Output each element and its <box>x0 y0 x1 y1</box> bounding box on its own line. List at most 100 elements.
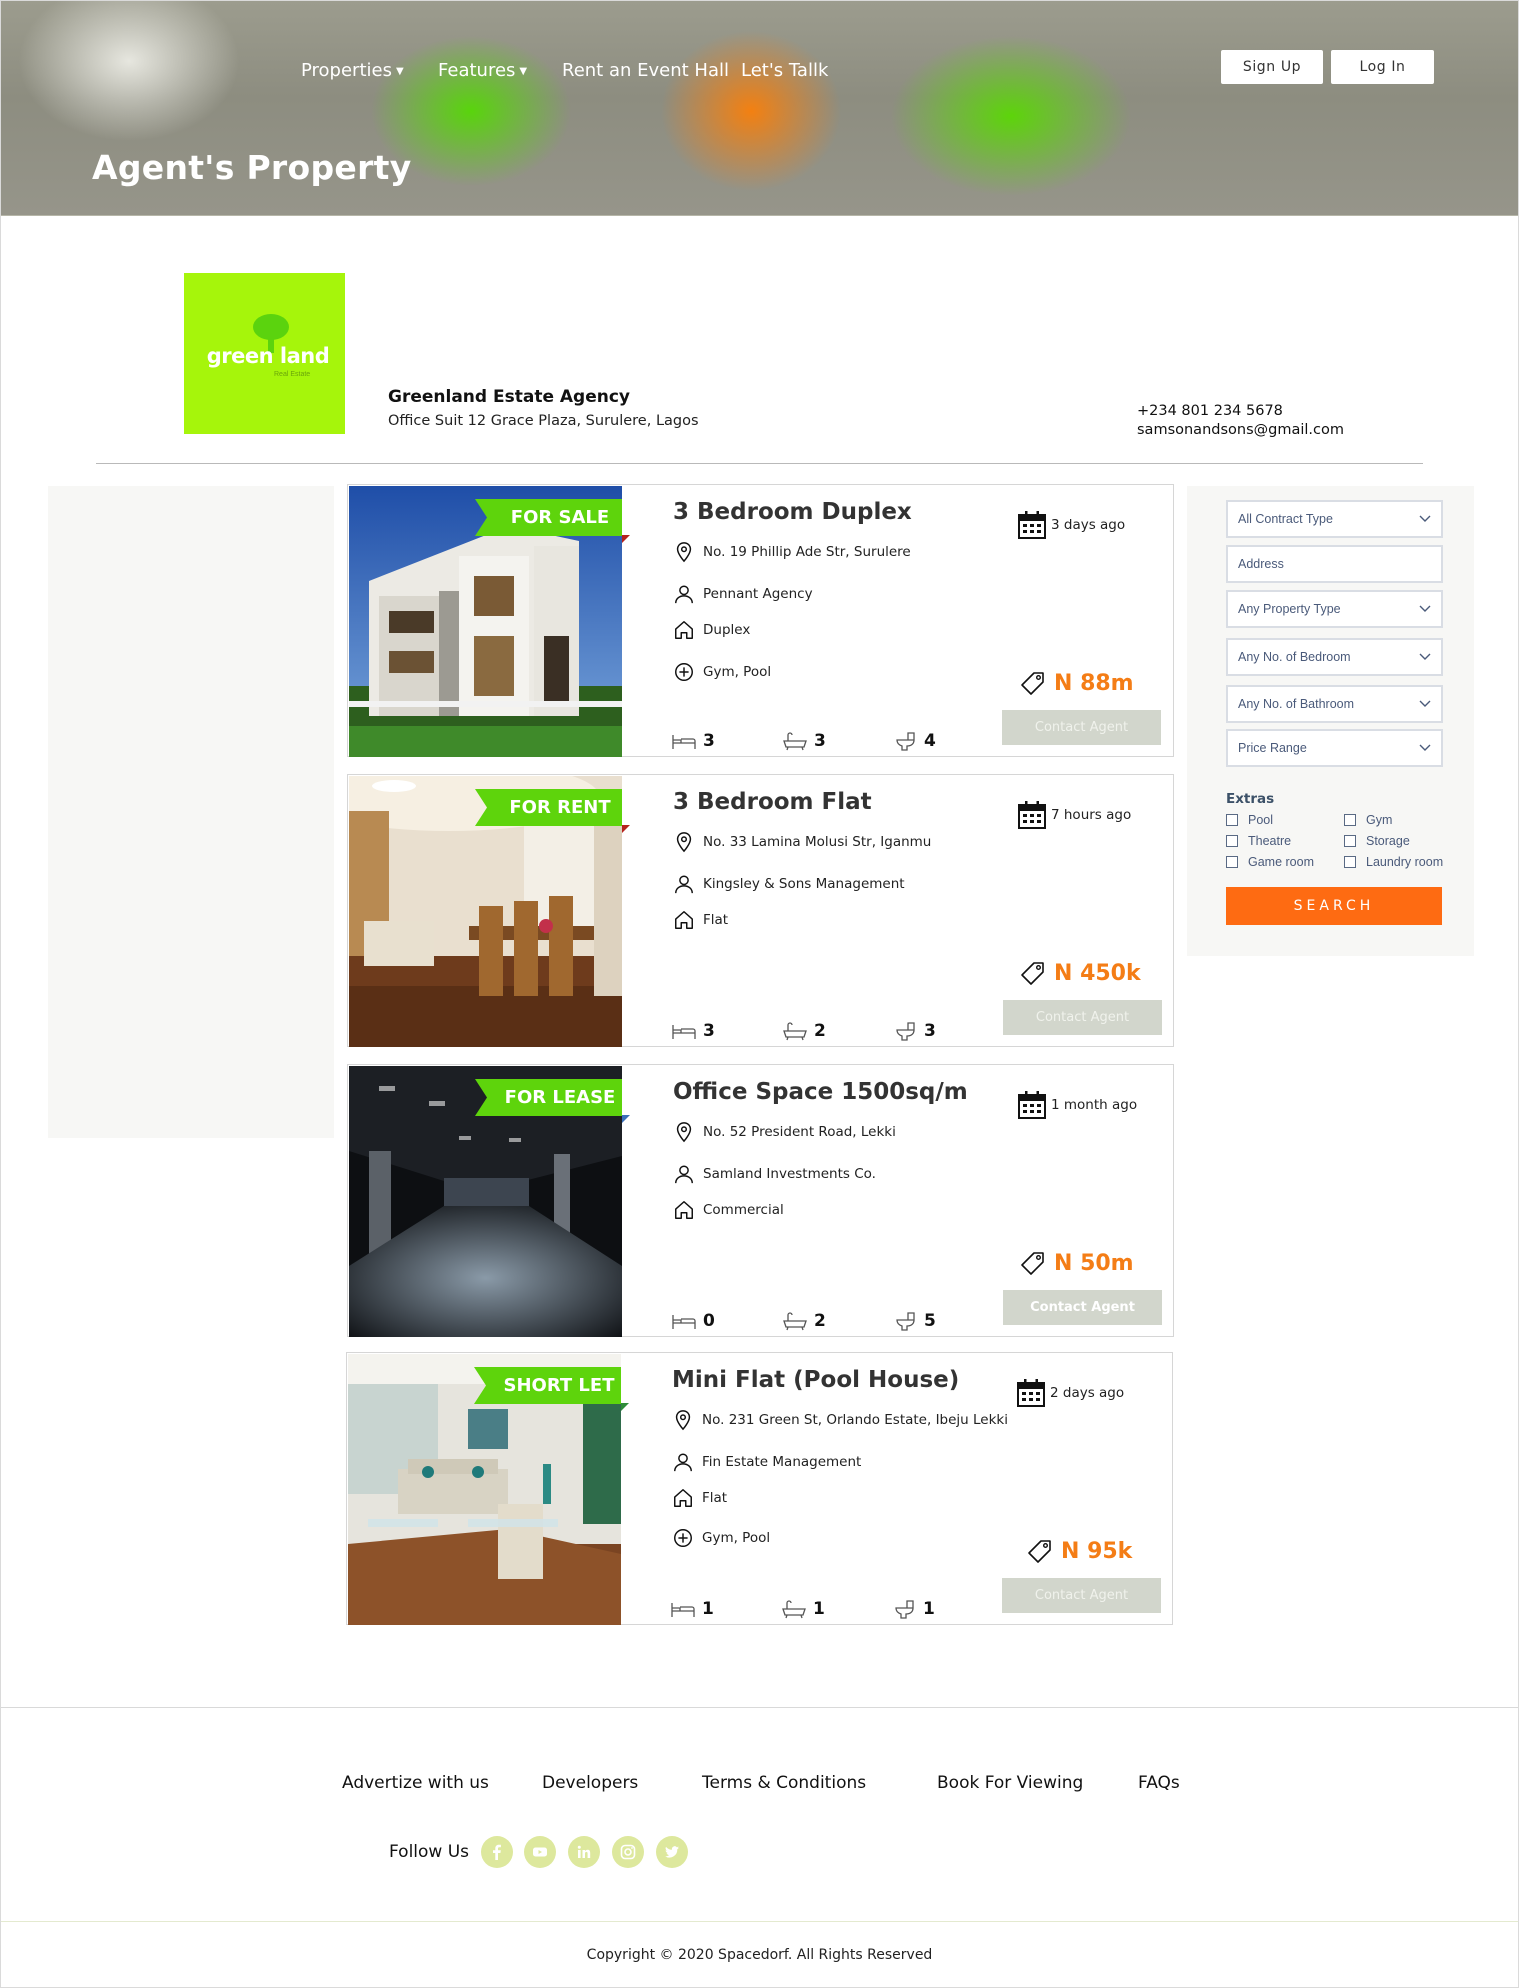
footer-link-book-viewing[interactable]: Book For Viewing <box>937 1773 1083 1793</box>
linkedin-icon[interactable] <box>568 1836 600 1868</box>
extra-storage-checkbox[interactable]: Storage <box>1344 834 1410 848</box>
listing-badge: FOR LEASE <box>475 1079 622 1116</box>
toilet-icon <box>896 1022 915 1041</box>
location-pin-icon <box>676 832 692 853</box>
bed-icon <box>672 1315 696 1329</box>
listing-agent-row: Samland Investments Co. <box>673 1163 876 1185</box>
checkbox[interactable] <box>1344 814 1356 826</box>
toilets-value: 3 <box>924 1021 936 1041</box>
nav-properties[interactable]: Properties ▼ <box>301 60 404 81</box>
bed-icon <box>671 1603 695 1617</box>
bedrooms-count: 0 <box>671 1311 715 1331</box>
footer-link-advertize[interactable]: Advertize with us <box>342 1773 489 1793</box>
toilet-icon <box>896 732 915 751</box>
listing-amenities-row: Gym, Pool <box>672 1527 770 1549</box>
footer-link-faqs[interactable]: FAQs <box>1138 1773 1180 1793</box>
address-input[interactable]: Address <box>1226 545 1443 583</box>
contact-agent-button[interactable]: Contact Agent <box>1003 1000 1162 1035</box>
listing-type: Commercial <box>703 1202 784 1218</box>
person-icon <box>674 1453 692 1472</box>
property-type-value: Any Property Type <box>1238 602 1341 616</box>
ribbon-fold <box>622 825 630 833</box>
bathrooms-value: 1 <box>813 1599 825 1619</box>
agent-logo-text: green land <box>206 344 330 368</box>
left-sidebar <box>48 486 334 1138</box>
search-panel: All Contract Type Address Any Property T… <box>1187 486 1474 956</box>
youtube-icon[interactable] <box>524 1836 556 1868</box>
location-pin-icon <box>676 542 692 563</box>
nav-lets-talk[interactable]: Let's Tallk <box>741 60 828 81</box>
listing-card[interactable]: FOR SALE 3 Bedroom Duplex No. 19 Phillip… <box>347 484 1174 757</box>
twitter-icon[interactable] <box>656 1836 688 1868</box>
contact-agent-button[interactable]: Contact Agent <box>1002 1578 1161 1613</box>
listing-address-row: No. 33 Lamina Molusi Str, Iganmu <box>673 831 931 853</box>
toilet-icon <box>895 1600 914 1619</box>
extra-gym-checkbox[interactable]: Gym <box>1344 813 1392 827</box>
toilets-count: 5 <box>892 1311 936 1331</box>
listing-amenities: Gym, Pool <box>703 664 772 680</box>
listing-address-row: No. 52 President Road, Lekki <box>673 1121 896 1143</box>
bathtub-icon <box>783 732 807 751</box>
nav-features[interactable]: Features ▼ <box>438 60 527 81</box>
calendar-icon <box>1018 1091 1046 1119</box>
property-photo[interactable]: SHORT LET <box>348 1354 621 1625</box>
extra-label: Theatre <box>1248 834 1292 848</box>
checkbox[interactable] <box>1344 835 1356 847</box>
extra-theatre-checkbox[interactable]: Theatre <box>1226 834 1291 848</box>
extra-label: Game room <box>1248 855 1314 869</box>
search-button[interactable]: SEARCH <box>1226 887 1442 925</box>
bathtub-icon <box>783 1022 807 1041</box>
bathrooms-select[interactable]: Any No. of Bathroom <box>1226 685 1443 723</box>
bedrooms-select[interactable]: Any No. of Bedroom <box>1226 638 1443 676</box>
contract-type-select[interactable]: All Contract Type <box>1226 500 1443 538</box>
bedrooms-value: 0 <box>703 1311 715 1331</box>
listing-title[interactable]: 3 Bedroom Flat <box>673 789 872 815</box>
address-placeholder: Address <box>1238 557 1284 571</box>
log-in-button[interactable]: Log In <box>1331 50 1434 84</box>
property-photo[interactable]: FOR LEASE <box>349 1066 622 1337</box>
bedrooms-count: 1 <box>670 1599 714 1619</box>
home-icon <box>674 1489 692 1507</box>
listing-card[interactable]: FOR LEASE Office Space 1500sq/m No. 52 P… <box>347 1064 1174 1337</box>
checkbox[interactable] <box>1344 856 1356 868</box>
footer-link-terms[interactable]: Terms & Conditions <box>702 1773 866 1793</box>
facebook-icon[interactable] <box>481 1836 513 1868</box>
caret-down-icon: ▼ <box>395 65 404 77</box>
nav-rent-event-hall[interactable]: Rent an Event Hall <box>562 60 729 81</box>
extra-laundry-room-checkbox[interactable]: Laundry room <box>1344 855 1443 869</box>
home-icon <box>675 621 693 639</box>
caret-down-icon: ▼ <box>519 65 528 77</box>
contact-agent-button[interactable]: Contact Agent <box>1002 710 1161 745</box>
checkbox[interactable] <box>1226 856 1238 868</box>
property-photo[interactable]: FOR SALE <box>349 486 622 757</box>
contact-agent-button[interactable]: Contact Agent <box>1003 1290 1162 1325</box>
listing-address: No. 19 Phillip Ade Str, Surulere <box>703 544 911 560</box>
listing-title[interactable]: Office Space 1500sq/m <box>673 1079 968 1105</box>
footer-link-developers[interactable]: Developers <box>542 1773 638 1793</box>
extra-game-room-checkbox[interactable]: Game room <box>1226 855 1314 869</box>
property-photo[interactable]: FOR RENT <box>349 776 622 1047</box>
listing-title[interactable]: 3 Bedroom Duplex <box>673 499 912 525</box>
listing-date: 3 days ago <box>1017 510 1125 540</box>
extra-pool-checkbox[interactable]: Pool <box>1226 813 1273 827</box>
bathrooms-count: 3 <box>782 731 826 751</box>
listing-card[interactable]: SHORT LET Mini Flat (Pool House) No. 231… <box>346 1352 1173 1625</box>
toilets-value: 4 <box>924 731 936 751</box>
home-icon <box>675 911 693 929</box>
listing-address-row: No. 19 Phillip Ade Str, Surulere <box>673 541 911 563</box>
listing-agent: Samland Investments Co. <box>703 1166 876 1182</box>
listing-price-value: N 88m <box>1054 670 1134 696</box>
price-tag-icon <box>1021 962 1044 985</box>
property-type-select[interactable]: Any Property Type <box>1226 590 1443 628</box>
instagram-icon[interactable] <box>612 1836 644 1868</box>
checkbox[interactable] <box>1226 814 1238 826</box>
price-range-select[interactable]: Price Range <box>1226 729 1443 767</box>
checkbox[interactable] <box>1226 835 1238 847</box>
listing-title[interactable]: Mini Flat (Pool House) <box>672 1367 959 1393</box>
copyright-text: Copyright © 2020 Spacedorf. All Rights R… <box>586 1947 933 1963</box>
listing-agent-row: Fin Estate Management <box>672 1451 861 1473</box>
chevron-down-icon <box>1419 515 1431 522</box>
listing-card[interactable]: FOR RENT 3 Bedroom Flat No. 33 Lamina Mo… <box>347 774 1174 1047</box>
page-title: Agent's Property <box>92 148 412 187</box>
sign-up-button[interactable]: Sign Up <box>1221 50 1323 84</box>
